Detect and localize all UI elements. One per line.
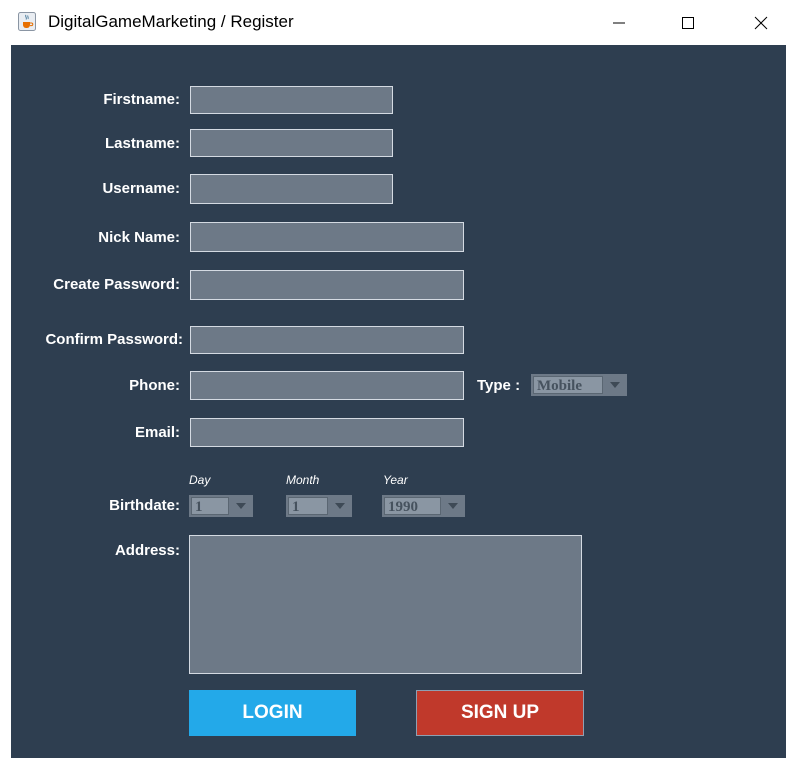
triangle-down-icon [610,382,620,388]
year-dropdown-arrow[interactable] [442,496,464,516]
type-dropdown-arrow[interactable] [604,375,626,395]
close-button[interactable] [738,0,784,45]
confirm-password-input[interactable] [190,326,464,354]
title-bar[interactable]: DigitalGameMarketing / Register [0,0,786,45]
address-label: Address: [114,542,180,559]
day-caption: Day [189,473,211,487]
address-textarea[interactable] [189,535,582,674]
birthdate-label: Birthdate: [109,497,180,514]
month-select[interactable]: 1 [286,495,352,517]
register-window: DigitalGameMarketing / Register Firstnam… [0,0,786,758]
year-select[interactable]: 1990 [382,495,465,517]
triangle-down-icon [448,503,458,509]
triangle-down-icon [236,503,246,509]
day-selected-value: 1 [191,497,229,515]
day-dropdown-arrow[interactable] [230,496,252,516]
type-selected-value: Mobile [533,376,603,394]
day-select[interactable]: 1 [189,495,253,517]
lastname-input[interactable] [190,129,393,157]
phone-input[interactable] [190,371,464,400]
lastname-label: Lastname: [104,135,180,152]
type-select[interactable]: Mobile [531,374,627,396]
month-dropdown-arrow[interactable] [329,496,351,516]
java-cup-icon [18,12,36,31]
create-password-label: Create Password: [53,276,180,293]
signup-button[interactable]: SIGN UP [416,690,584,736]
confirm-password-label: Confirm Password: [45,331,183,348]
create-password-input[interactable] [190,270,464,300]
phone-label: Phone: [129,377,180,394]
type-label: Type : [477,377,521,394]
email-label: Email: [134,424,180,441]
year-selected-value: 1990 [384,497,441,515]
close-icon [754,16,768,29]
year-caption: Year [383,473,408,487]
email-input[interactable] [190,418,464,447]
nickname-label: Nick Name: [98,229,180,246]
firstname-input[interactable] [190,86,393,114]
month-selected-value: 1 [288,497,328,515]
nickname-input[interactable] [190,222,464,252]
triangle-down-icon [335,503,345,509]
window-title: DigitalGameMarketing / Register [48,12,294,31]
username-input[interactable] [190,174,393,204]
minimize-button[interactable] [596,0,642,45]
maximize-button[interactable] [665,0,711,45]
register-form-panel: Firstname: Lastname: Username: Nick Name… [11,45,786,758]
minimize-icon [613,22,625,23]
month-caption: Month [286,473,320,487]
username-label: Username: [102,180,180,197]
login-button[interactable]: LOGIN [189,690,356,736]
maximize-icon [682,16,694,29]
firstname-label: Firstname: [103,91,180,108]
